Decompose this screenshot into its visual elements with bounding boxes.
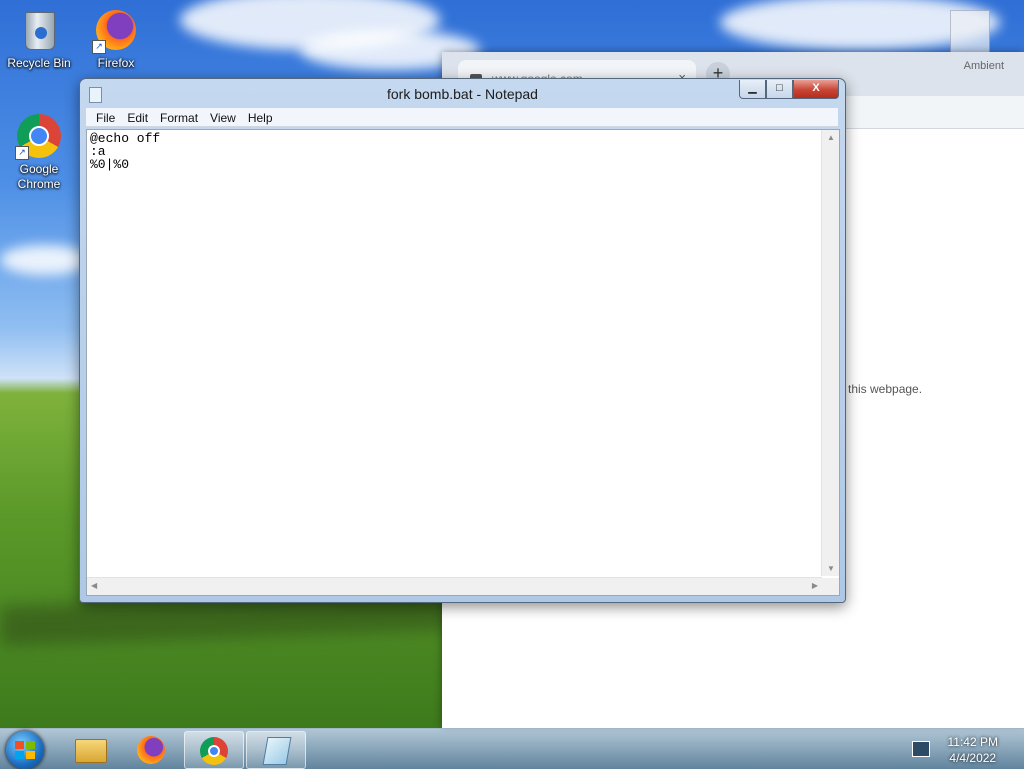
title-bar[interactable]: fork bomb.bat - Notepad ▁ □ X [80,79,845,107]
taskbar: 11:42 PM 4/4/2022 [0,728,1024,769]
shortcut-arrow-icon: ↗ [15,146,29,160]
horizontal-scrollbar[interactable]: ◀ ▶ [87,577,822,595]
desktop-icon-label: Google Chrome [17,162,61,191]
desktop-icon-recycle-bin[interactable]: Recycle Bin [1,6,77,71]
scroll-right-icon[interactable]: ▶ [812,581,818,590]
scroll-up-icon[interactable]: ▲ [827,133,835,142]
scroll-left-icon[interactable]: ◀ [91,581,97,590]
system-clock[interactable]: 11:42 PM 4/4/2022 [948,734,998,766]
firefox-icon: ↗ [92,6,140,54]
chrome-side-label: Ambient [963,60,1004,72]
cloud [0,245,90,275]
window-controls: ▁ □ X [739,80,839,99]
desktop-icon-firefox[interactable]: ↗ Firefox [78,6,154,71]
desktop-icon-label: Recycle Bin [7,56,71,70]
editor-content[interactable]: @echo off :a %0|%0 [90,132,160,171]
desktop-icon-google-chrome[interactable]: ↗ Google Chrome [1,112,77,192]
document-icon [950,10,990,54]
recycle-bin-icon [15,6,63,54]
maximize-button[interactable]: □ [766,80,793,99]
scrollbar-corner [822,578,839,595]
vertical-scrollbar[interactable]: ▲ ▼ [821,130,839,576]
chrome-icon [200,737,228,765]
menu-edit[interactable]: Edit [121,108,154,126]
shortcut-arrow-icon: ↗ [92,40,106,54]
taskbar-notepad[interactable] [246,731,306,769]
clock-date: 4/4/2022 [949,751,997,765]
chrome-error-message: g this webpage. [838,382,923,396]
close-button[interactable]: X [793,80,839,99]
text-editor-area[interactable]: @echo off :a %0|%0 ▲ ▼ ◀ ▶ [86,129,840,596]
notepad-icon [262,737,292,765]
network-icon[interactable] [912,741,930,757]
chrome-icon: ↗ [15,112,63,160]
taskbar-chrome[interactable] [184,731,244,769]
windows-logo-icon [15,741,35,759]
window-title: fork bomb.bat - Notepad [387,86,538,102]
scroll-down-icon[interactable]: ▼ [827,564,835,573]
firefox-icon [137,736,165,764]
menu-help[interactable]: Help [242,108,279,126]
notepad-window[interactable]: fork bomb.bat - Notepad ▁ □ X File Edit … [79,78,846,603]
menu-view[interactable]: View [204,108,242,126]
menu-file[interactable]: File [90,108,121,126]
minimize-button[interactable]: ▁ [739,80,766,99]
menu-bar: File Edit Format View Help [86,108,838,127]
desktop-icon-label: Firefox [97,56,135,70]
menu-format[interactable]: Format [154,108,204,126]
clock-time: 11:42 PM [947,735,998,749]
windows-explorer-icon [75,736,107,763]
start-button[interactable] [6,731,44,769]
taskbar-windows-explorer[interactable] [60,731,118,767]
taskbar-firefox[interactable] [122,731,180,767]
